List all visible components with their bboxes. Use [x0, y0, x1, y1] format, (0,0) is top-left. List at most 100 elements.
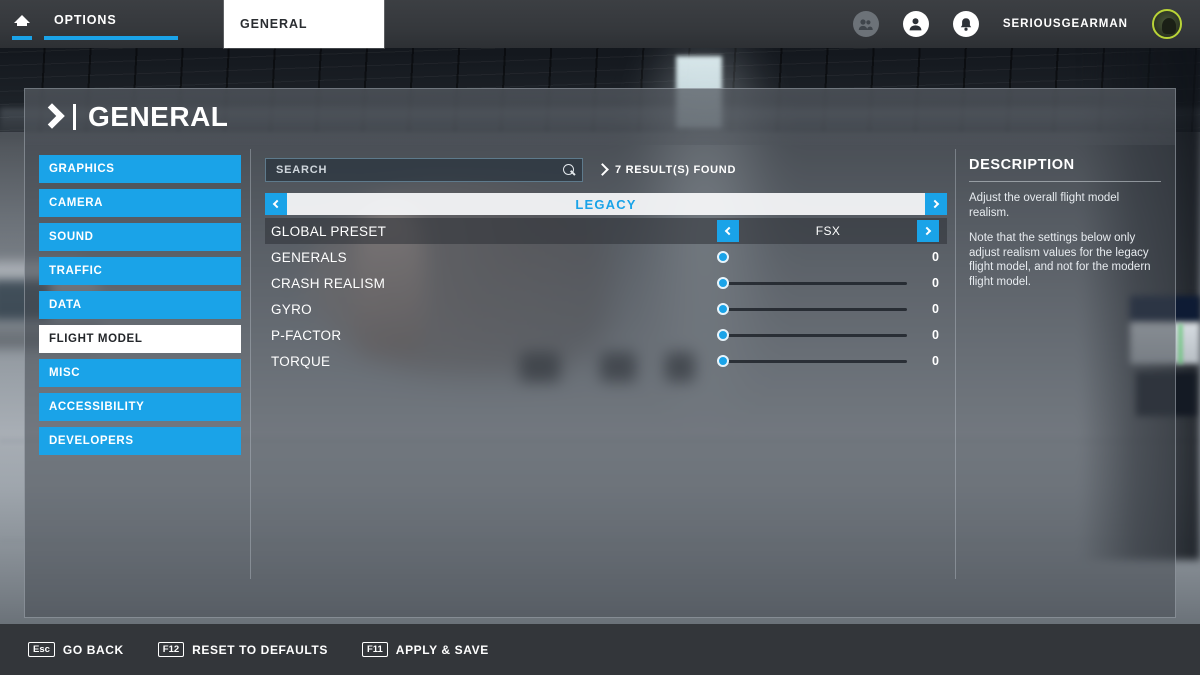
generals-slider[interactable]: [717, 244, 907, 270]
tab-home[interactable]: [0, 0, 44, 40]
crash-realism-slider[interactable]: [717, 270, 907, 296]
footer-action-reset-defaults[interactable]: F12 RESET TO DEFAULTS: [157, 642, 328, 657]
gyro-slider[interactable]: [717, 296, 907, 322]
footer-action-go-back[interactable]: Esc GO BACK: [28, 642, 124, 657]
settings-dialog: GENERAL GRAPHICS CAMERA SOUND TRAFFIC DA…: [24, 88, 1176, 618]
tab-options-underline: [44, 36, 178, 40]
slider-track: [724, 333, 907, 337]
username-label: SERIOUSGEARMAN: [1002, 18, 1128, 30]
description-paragraph-2: Note that the settings below only adjust…: [969, 232, 1151, 288]
category-title: LEGACY: [575, 196, 637, 212]
setting-label: GLOBAL PRESET: [271, 223, 387, 239]
description-divider: [955, 149, 956, 579]
setting-row-generals[interactable]: GENERALS 0: [265, 244, 947, 270]
setting-row-torque[interactable]: TORQUE 0: [265, 348, 947, 374]
profile-icon[interactable]: [902, 11, 929, 37]
global-preset-value: FSX: [815, 224, 841, 238]
right-screen-green-line: [1179, 324, 1182, 364]
sidebar-item-traffic[interactable]: TRAFFIC: [39, 257, 241, 285]
description-paragraph-1: Adjust the overall flight model realism.: [969, 192, 1120, 219]
chevron-left-icon: [724, 226, 734, 236]
sidebar-item-label: FLIGHT MODEL: [49, 333, 143, 345]
p-factor-slider[interactable]: [717, 322, 907, 348]
setting-row-p-factor[interactable]: P-FACTOR 0: [265, 322, 947, 348]
tab-general[interactable]: GENERAL: [224, 0, 384, 48]
slider-handle[interactable]: [717, 303, 729, 315]
sidebar-item-developers[interactable]: DEVELOPERS: [39, 427, 241, 455]
dialog-body: GRAPHICS CAMERA SOUND TRAFFIC DATA FLIGH…: [25, 145, 1175, 589]
global-preset-control: FSX: [717, 218, 939, 244]
crash-realism-control: 0: [717, 270, 939, 296]
results-chevron-icon: [597, 164, 609, 176]
crash-realism-value: 0: [932, 276, 939, 290]
key-esc: Esc: [28, 642, 55, 657]
page-title: GENERAL: [88, 101, 229, 132]
description-panel: DESCRIPTION Adjust the overall flight mo…: [955, 145, 1175, 589]
sidebar-item-camera[interactable]: CAMERA: [39, 189, 241, 217]
slider-handle[interactable]: [717, 329, 729, 341]
slider-handle[interactable]: [717, 355, 729, 367]
avatar[interactable]: [1152, 9, 1182, 39]
tab-general-label: GENERAL: [240, 17, 308, 31]
bell-icon[interactable]: [952, 11, 979, 37]
sidebar-item-flight-model[interactable]: FLIGHT MODEL: [39, 325, 241, 353]
tab-options-label: OPTIONS: [54, 13, 117, 27]
dialog-header: GENERAL: [25, 89, 1175, 145]
slider-track: [724, 307, 907, 311]
sidebar-item-accessibility[interactable]: ACCESSIBILITY: [39, 393, 241, 421]
sidebar-item-label: TRAFFIC: [49, 265, 103, 277]
torque-value: 0: [932, 354, 939, 368]
gyro-value: 0: [932, 302, 939, 316]
search-icon: [563, 163, 576, 177]
sidebar-item-sound[interactable]: SOUND: [39, 223, 241, 251]
search-box[interactable]: [265, 158, 583, 182]
footer-action-label: APPLY & SAVE: [395, 642, 489, 657]
generals-control: 0: [717, 244, 939, 270]
home-icon: [14, 13, 30, 27]
generals-value: 0: [932, 250, 939, 264]
setting-label: GENERALS: [271, 249, 347, 265]
sidebar-item-label: DATA: [49, 299, 82, 311]
setting-row-gyro[interactable]: GYRO 0: [265, 296, 947, 322]
tab-home-underline: [12, 36, 32, 40]
setting-row-global-preset[interactable]: GLOBAL PRESET FSX: [265, 218, 947, 244]
global-preset-prev-button[interactable]: [717, 220, 739, 242]
search-row: 7 RESULT(S) FOUND: [265, 157, 947, 183]
sidebar-item-label: DEVELOPERS: [49, 435, 134, 447]
sidebar-item-label: ACCESSIBILITY: [49, 401, 145, 413]
slider-handle[interactable]: [717, 251, 729, 263]
top-navigation-bar: OPTIONS GENERAL SERIOUSGEARMAN: [0, 0, 1200, 48]
setting-row-crash-realism[interactable]: CRASH REALISM 0: [265, 270, 947, 296]
torque-slider[interactable]: [717, 348, 907, 374]
category-header: LEGACY: [265, 193, 947, 215]
footer-action-label: GO BACK: [62, 642, 124, 657]
footer-action-label: RESET TO DEFAULTS: [192, 642, 328, 657]
setting-label: TORQUE: [271, 353, 331, 369]
footer-bar: Esc GO BACK F12 RESET TO DEFAULTS F11 AP…: [0, 624, 1200, 675]
description-rule: [969, 181, 1161, 182]
sidebar-item-label: MISC: [49, 367, 81, 379]
sidebar-item-misc[interactable]: MISC: [39, 359, 241, 387]
slider-track: [724, 359, 907, 363]
tab-options[interactable]: OPTIONS: [44, 0, 178, 40]
p-factor-value: 0: [932, 328, 939, 342]
global-preset-next-button[interactable]: [917, 220, 939, 242]
chevron-right-icon: [41, 106, 65, 128]
sidebar-item-label: SOUND: [49, 231, 94, 243]
chevron-right-icon: [922, 226, 932, 236]
search-input[interactable]: [276, 164, 563, 176]
settings-content: 7 RESULT(S) FOUND LEGACY GLOBAL PRESET: [251, 145, 955, 589]
sidebar-item-graphics[interactable]: GRAPHICS: [39, 155, 241, 183]
sidebar-item-label: GRAPHICS: [49, 163, 115, 175]
sidebar-item-data[interactable]: DATA: [39, 291, 241, 319]
title-divider: [73, 104, 76, 130]
footer-action-apply-save[interactable]: F11 APPLY & SAVE: [361, 642, 489, 657]
friends-icon[interactable]: [852, 11, 879, 37]
setting-label: GYRO: [271, 301, 312, 317]
slider-handle[interactable]: [717, 277, 729, 289]
sidebar-item-label: CAMERA: [49, 197, 104, 209]
setting-label: P-FACTOR: [271, 327, 342, 343]
slider-track: [724, 256, 907, 259]
key-f11: F11: [361, 642, 388, 657]
torque-control: 0: [717, 348, 939, 374]
